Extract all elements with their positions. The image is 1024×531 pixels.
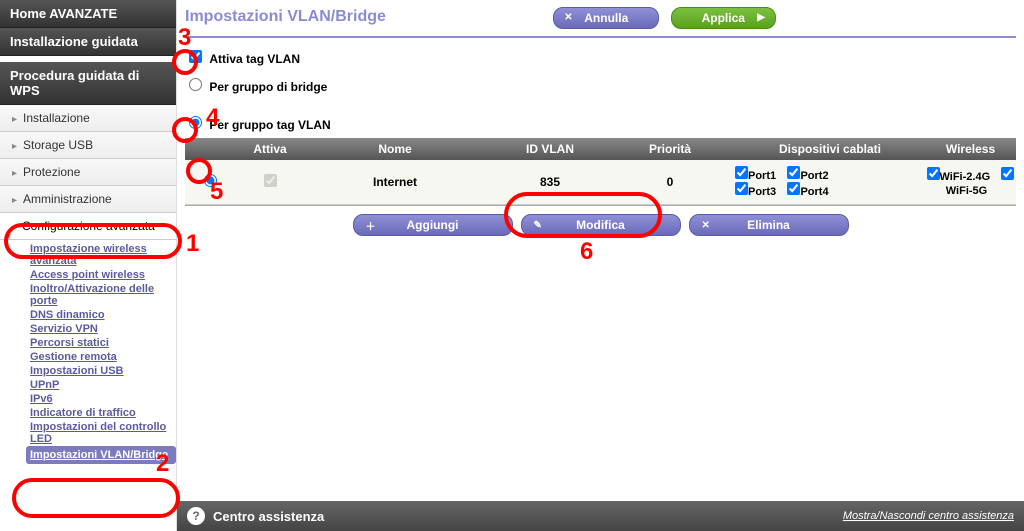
subnav: Impostazione wireless avanzata Access po… <box>0 240 176 466</box>
wifi24-checkbox[interactable] <box>927 167 940 180</box>
subnav-remote[interactable]: Gestione remota <box>30 350 176 364</box>
sidebar: Home AVANZATE Installazione guidata Proc… <box>0 0 177 531</box>
add-button[interactable]: ＋ Aggiungi <box>353 214 513 236</box>
subnav-ddns[interactable]: DNS dinamico <box>30 308 176 322</box>
help-icon[interactable]: ? <box>187 507 205 525</box>
action-row: ＋ Aggiungi ✎ Modifica ✕ Elimina <box>185 205 1016 244</box>
table-row: Internet 835 0 Port1 Port2 Port3 Port4 W… <box>185 160 1016 205</box>
nav-item-installazione[interactable]: Installazione <box>0 105 176 132</box>
subnav-wireless-adv[interactable]: Impostazione wireless avanzata <box>30 242 176 268</box>
subnav-vlan-bridge[interactable]: Impostazioni VLAN/Bridge <box>26 446 176 464</box>
subnav-usb[interactable]: Impostazioni USB <box>30 364 176 378</box>
row-wifi: WiFi-2.4G WiFi-5G <box>925 167 1016 197</box>
cancel-button[interactable]: ✕ Annulla <box>553 7 659 29</box>
subnav-led[interactable]: Impostazioni del controllo LED <box>30 420 176 446</box>
edit-button[interactable]: ✎ Modifica <box>521 214 681 236</box>
divider <box>185 36 1016 38</box>
x-icon: ✕ <box>702 220 710 231</box>
nav-home[interactable]: Home AVANZATE <box>0 0 176 28</box>
page-title: Impostazioni VLAN/Bridge <box>185 4 386 30</box>
port1-checkbox[interactable] <box>735 166 748 179</box>
apply-button[interactable]: Applica ▶ <box>671 7 776 29</box>
enable-vlan-label: Attiva tag VLAN <box>209 52 300 66</box>
per-bridge-label: Per gruppo di bridge <box>209 80 327 94</box>
nav-advanced-config[interactable]: Configurazione avanzata <box>0 213 176 240</box>
pencil-icon: ✎ <box>534 220 542 231</box>
main-content: Impostazioni VLAN/Bridge ✕ Annulla Appli… <box>177 0 1024 531</box>
per-bridge-radio[interactable] <box>189 78 202 91</box>
port3-checkbox[interactable] <box>735 182 748 195</box>
play-icon: ▶ <box>757 12 765 23</box>
row-active-checkbox[interactable] <box>264 174 277 187</box>
close-icon: ✕ <box>564 12 572 23</box>
subnav-ipv6[interactable]: IPv6 <box>30 392 176 406</box>
table-header: Attiva Nome ID VLAN Priorità Dispositivi… <box>185 138 1016 160</box>
port2-checkbox[interactable] <box>787 166 800 179</box>
wifi5-checkbox[interactable] <box>1001 167 1014 180</box>
subnav-upnp[interactable]: UPnP <box>30 378 176 392</box>
per-vlan-radio[interactable] <box>189 116 202 129</box>
subnav-vpn[interactable]: Servizio VPN <box>30 322 176 336</box>
nav-wps-wizard[interactable]: Procedura guidata di WPS <box>0 62 176 105</box>
per-vlan-label: Per gruppo tag VLAN <box>209 118 330 132</box>
nav-item-protezione[interactable]: Protezione <box>0 159 176 186</box>
subnav-traffic[interactable]: Indicatore di traffico <box>30 406 176 420</box>
port4-checkbox[interactable] <box>787 182 800 195</box>
plus-icon: ＋ <box>366 218 376 233</box>
help-bar: ? Centro assistenza Mostra/Nascondi cent… <box>177 501 1024 531</box>
nav-item-storage[interactable]: Storage USB <box>0 132 176 159</box>
subnav-ap[interactable]: Access point wireless <box>30 268 176 282</box>
help-toggle-link[interactable]: Mostra/Nascondi centro assistenza <box>843 510 1014 522</box>
row-vlan-id: 835 <box>485 175 615 189</box>
row-select-radio[interactable] <box>204 174 217 187</box>
enable-vlan-checkbox[interactable] <box>189 50 202 63</box>
help-title: Centro assistenza <box>213 509 324 524</box>
row-name: Internet <box>305 175 485 189</box>
subnav-port-fwd[interactable]: Inoltro/Attivazione delle porte <box>30 282 176 308</box>
nav-item-amministrazione[interactable]: Amministrazione <box>0 186 176 213</box>
row-wired: Port1 Port2 Port3 Port4 <box>725 166 925 198</box>
row-priority: 0 <box>615 175 725 189</box>
delete-button[interactable]: ✕ Elimina <box>689 214 849 236</box>
subnav-static-routes[interactable]: Percorsi statici <box>30 336 176 350</box>
nav-install-wizard[interactable]: Installazione guidata <box>0 28 176 56</box>
